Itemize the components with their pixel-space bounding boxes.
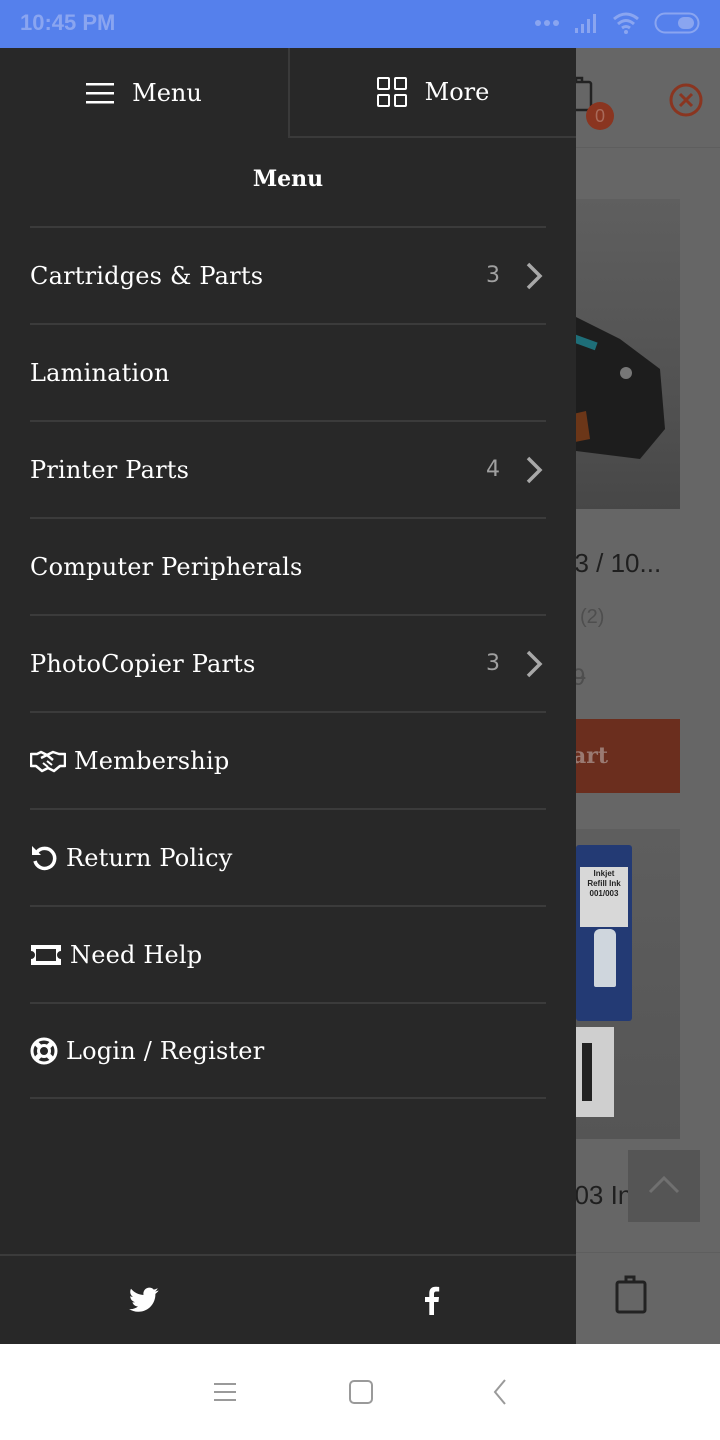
product-image <box>557 199 680 509</box>
drawer-heading: Menu <box>252 166 324 192</box>
menu-item-computer-peripherals[interactable]: Computer Peripherals <box>30 517 546 614</box>
status-icons <box>534 12 700 34</box>
wifi-icon <box>613 12 639 34</box>
menu-item-label: Printer Parts <box>30 455 190 484</box>
toner-cartridge-image <box>557 309 665 459</box>
menu-item-label: Login / Register <box>66 1036 265 1065</box>
tab-more[interactable]: More <box>288 48 576 138</box>
more-dots-icon <box>535 20 559 26</box>
signal-icon <box>575 14 596 33</box>
tab-menu[interactable]: Menu <box>0 48 288 138</box>
drawer-tabs: Menu More <box>0 48 576 138</box>
battery-icon <box>654 12 700 34</box>
undo-icon <box>30 844 58 872</box>
cart-count-badge: 0 <box>586 102 614 130</box>
menu-item-lamination[interactable]: Lamination <box>30 323 546 420</box>
twitter-icon <box>129 1287 159 1312</box>
tab-menu-label: Menu <box>132 79 202 107</box>
status-time: 10:45 PM <box>20 10 116 35</box>
chevron-up-icon <box>648 1175 680 1194</box>
menu-item-label: Lamination <box>30 358 170 387</box>
system-nav-bar <box>0 1344 720 1440</box>
menu-item-label: Return Policy <box>66 843 233 872</box>
home-icon <box>349 1380 373 1404</box>
tab-more-label: More <box>424 78 490 106</box>
side-drawer: Menu More Menu Cartridges & Parts 3 Lami… <box>0 48 576 1344</box>
recent-apps-icon <box>214 1383 236 1401</box>
add-to-cart-button: art <box>560 719 680 793</box>
menu-list: Cartridges & Parts 3 Lamination Printer … <box>30 226 546 1099</box>
menu-item-label: Cartridges & Parts <box>30 261 264 290</box>
facebook-link[interactable] <box>288 1256 576 1344</box>
scroll-to-top-button <box>628 1150 700 1222</box>
back-button[interactable] <box>480 1372 520 1412</box>
menu-item-photocopier-parts[interactable]: PhotoCopier Parts 3 <box>30 614 546 711</box>
chevron-right-icon[interactable] <box>524 455 544 485</box>
chevron-right-icon[interactable] <box>524 261 544 291</box>
handshake-icon <box>30 749 66 773</box>
status-bar: 10:45 PM <box>0 0 720 48</box>
menu-item-printer-parts[interactable]: Printer Parts 4 <box>30 420 546 517</box>
menu-item-need-help[interactable]: Need Help <box>30 905 546 1002</box>
menu-item-login-register[interactable]: Login / Register <box>30 1002 546 1099</box>
shopping-bag-icon <box>615 1275 647 1314</box>
menu-item-label: Need Help <box>70 940 203 969</box>
home-button[interactable] <box>341 1372 381 1412</box>
chevron-right-icon[interactable] <box>524 649 544 679</box>
lifebuoy-icon <box>30 1037 58 1065</box>
menu-item-label: Computer Peripherals <box>30 552 303 581</box>
recent-apps-button[interactable] <box>205 1372 245 1412</box>
product-rating-count: (2) <box>580 606 605 628</box>
menu-item-label: PhotoCopier Parts <box>30 649 256 678</box>
submenu-count: 3 <box>486 263 500 288</box>
ticket-icon <box>30 944 62 966</box>
hamburger-icon <box>86 83 115 104</box>
menu-item-label: Membership <box>74 746 230 775</box>
submenu-count: 4 <box>486 457 500 482</box>
grid-icon <box>376 77 407 107</box>
ink-box-image: Inkjet Refill Ink 001/003 <box>576 845 632 1021</box>
menu-item-return-policy[interactable]: Return Policy <box>30 808 546 905</box>
product-image: Inkjet Refill Ink 001/003 <box>560 829 680 1139</box>
back-icon <box>493 1379 506 1405</box>
twitter-link[interactable] <box>0 1256 288 1344</box>
submenu-count: 3 <box>486 651 500 676</box>
facebook-icon <box>425 1286 440 1315</box>
menu-item-membership[interactable]: Membership <box>30 711 546 808</box>
close-circle-icon <box>669 83 703 117</box>
drawer-footer <box>0 1254 576 1344</box>
menu-item-cartridges-parts[interactable]: Cartridges & Parts 3 <box>30 226 546 323</box>
